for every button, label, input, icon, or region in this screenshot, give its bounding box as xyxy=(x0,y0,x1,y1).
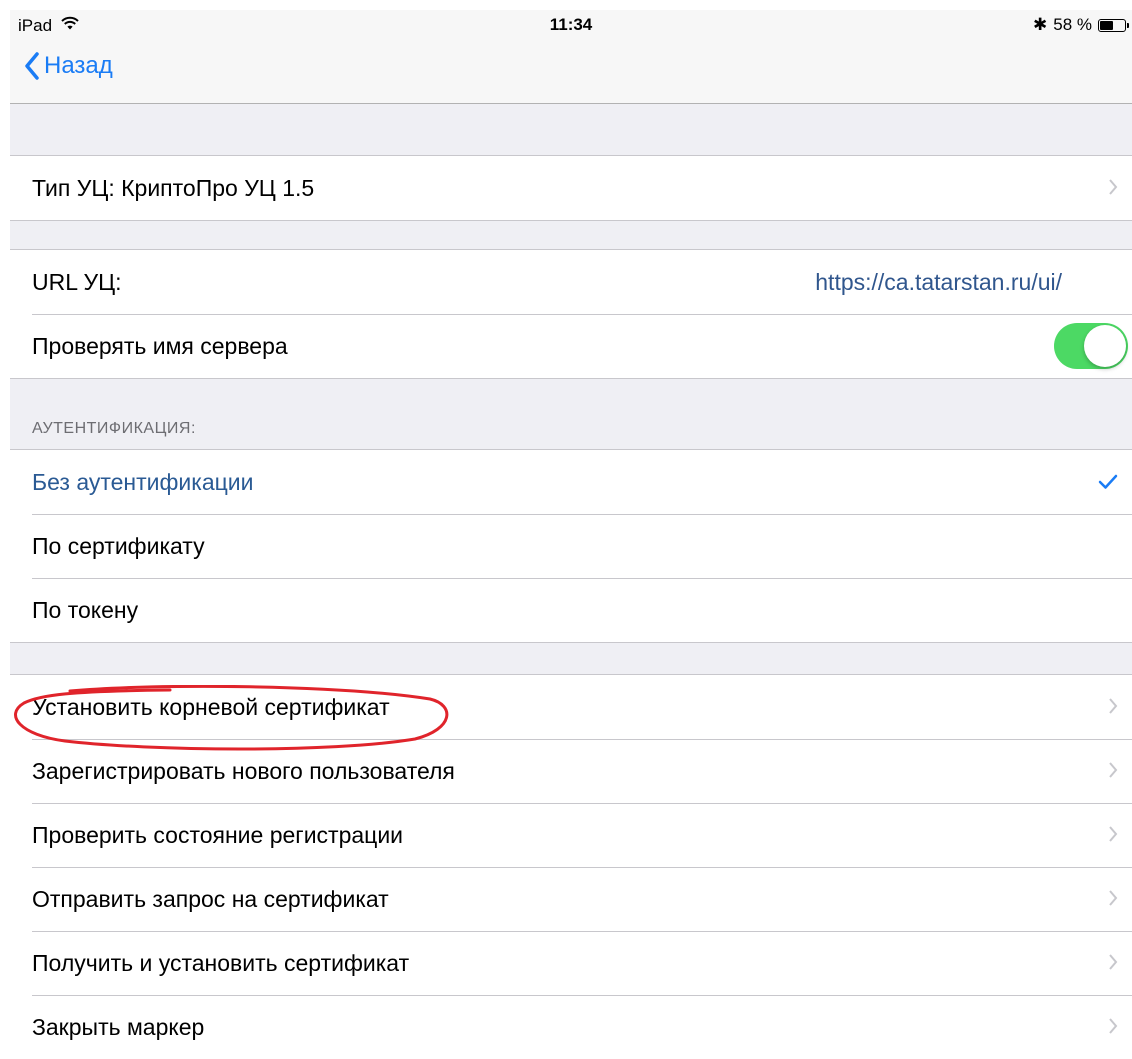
check-server-row: Проверять имя сервера xyxy=(10,314,1132,378)
chevron-right-icon xyxy=(1109,954,1118,970)
action-label: Установить корневой сертификат xyxy=(32,693,390,720)
battery-percent: 58 % xyxy=(1053,15,1092,34)
auth-option-none[interactable]: Без аутентификации xyxy=(10,450,1132,514)
nav-bar: Назад xyxy=(10,40,1132,104)
toggle-knob xyxy=(1084,325,1126,367)
check-registration-row[interactable]: Проверить состояние регистрации xyxy=(10,803,1132,867)
check-server-label: Проверять имя сервера xyxy=(32,332,288,359)
action-label: Отправить запрос на сертификат xyxy=(32,885,389,912)
url-label: URL УЦ: xyxy=(32,268,122,295)
ca-type-row[interactable]: Тип УЦ: КриптоПро УЦ 1.5 xyxy=(10,156,1132,220)
auth-header: АУТЕНТИФИКАЦИЯ: xyxy=(32,420,196,437)
auth-option-certificate[interactable]: По сертификату xyxy=(10,514,1132,578)
chevron-right-icon xyxy=(1109,1018,1118,1034)
battery-fill xyxy=(1100,20,1114,30)
chevron-right-icon xyxy=(1109,890,1118,906)
action-label: Зарегистрировать нового пользователя xyxy=(32,757,455,784)
battery-icon xyxy=(1098,18,1129,32)
status-time: 11:34 xyxy=(549,15,593,34)
auth-option-label: По токену xyxy=(32,596,139,623)
check-server-toggle[interactable] xyxy=(1054,323,1128,369)
checkmark-icon xyxy=(1098,474,1118,489)
action-label: Закрыть маркер xyxy=(32,1013,205,1040)
close-token-row[interactable]: Закрыть маркер xyxy=(10,995,1132,1059)
status-bar: iPad 11:34 ✱ 58 % xyxy=(10,10,1132,40)
ca-type-section: Тип УЦ: КриптоПро УЦ 1.5 xyxy=(10,155,1132,221)
chevron-right-icon xyxy=(1109,179,1118,195)
actions-section: Установить корневой сертификат Зарегистр… xyxy=(10,674,1132,1059)
url-row[interactable]: URL УЦ: https://ca.tatarstan.ru/ui/ xyxy=(10,250,1132,314)
action-label: Проверить состояние регистрации xyxy=(32,821,404,848)
send-cert-request-row[interactable]: Отправить запрос на сертификат xyxy=(10,867,1132,931)
url-value[interactable]: https://ca.tatarstan.ru/ui/ xyxy=(815,269,1062,296)
chevron-right-icon xyxy=(1109,826,1118,842)
auth-option-label: Без аутентификации xyxy=(32,468,254,495)
chevron-right-icon xyxy=(1109,698,1118,714)
auth-section: Без аутентификации По сертификату По ток… xyxy=(10,449,1132,643)
ca-type-label: Тип УЦ: КриптоПро УЦ 1.5 xyxy=(32,174,315,201)
auth-option-label: По сертификату xyxy=(32,532,205,559)
auth-option-token[interactable]: По токену xyxy=(10,578,1132,642)
status-right: ✱ 58 % xyxy=(1033,15,1129,35)
bluetooth-icon: ✱ xyxy=(1033,15,1048,34)
settings-screen: iPad 11:34 ✱ 58 % Назад Тип УЦ: КриптоПр… xyxy=(10,10,1132,1059)
action-label: Получить и установить сертификат xyxy=(32,949,410,976)
chevron-left-icon xyxy=(25,52,39,80)
chevron-right-icon xyxy=(1109,762,1118,778)
url-section: URL УЦ: https://ca.tatarstan.ru/ui/ Пров… xyxy=(10,249,1132,379)
battery-tip xyxy=(1127,22,1129,28)
register-user-row[interactable]: Зарегистрировать нового пользователя xyxy=(10,739,1132,803)
get-install-cert-row[interactable]: Получить и установить сертификат xyxy=(10,931,1132,995)
install-root-cert-row[interactable]: Установить корневой сертификат xyxy=(10,675,1132,739)
back-button[interactable]: Назад xyxy=(24,52,113,80)
back-label: Назад xyxy=(44,52,113,79)
